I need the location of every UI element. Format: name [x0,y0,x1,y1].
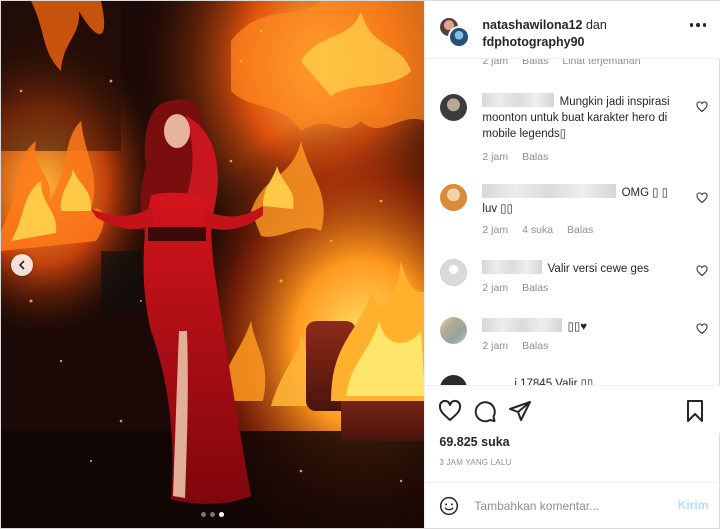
comment-icon[interactable] [473,399,497,423]
chevron-left-icon [19,260,25,270]
avatar[interactable] [440,94,468,121]
photo-scene [1,1,425,528]
avatar[interactable] [440,317,468,344]
comment-text: Mungkin jadi inspirasi moonton untuk bua… [482,93,692,142]
redacted-username [482,93,555,107]
post-photo[interactable] [1,1,425,528]
avatar [448,26,471,48]
paper-plane-icon[interactable] [508,399,532,423]
carousel-indicator [201,512,224,517]
comment-time: 2 jam [482,151,509,163]
comment-item: Mungkin jadi inspirasi moonton untuk bua… [425,93,720,165]
redacted-username [482,184,617,198]
post-comment-button[interactable]: Kirim [678,498,709,512]
reply-button[interactable]: Balas [522,282,548,294]
username-link[interactable]: fdphotography90 [482,35,584,49]
heart-icon[interactable] [696,265,708,277]
heart-icon[interactable] [696,192,708,204]
carousel-prev-button[interactable] [11,254,33,276]
likes-count[interactable]: 69.825 suka [439,435,509,449]
comment-time: 2 jam [482,224,509,236]
carousel-dot [210,512,215,517]
reply-button[interactable]: Balas [522,151,548,163]
avatar[interactable] [440,375,468,385]
comment-text: Valir versi cewe ges [482,260,692,277]
redacted-username [482,318,563,332]
comment-text: ▯▯♥ [482,318,692,335]
comment-time: 2 jam [482,59,509,67]
heart-icon[interactable] [696,323,708,335]
comment-item: Valir versi cewe ges 2 jam Balas [425,259,720,299]
see-translation-link[interactable]: Lihat terjemahan [562,59,640,67]
comment-item: OMG ▯ ▯ luv ▯▯ 2 jam 4 suka Balas [425,184,720,240]
bookmark-icon[interactable] [683,399,707,423]
carousel-dot [201,512,206,517]
comment-time: 2 jam [482,282,509,294]
connector-text: dan [585,18,607,32]
like-count[interactable]: 4 suka [522,224,553,236]
comment-time: 2 jam [482,340,509,352]
post-dialog: natashawilona12 dan fdphotography90 2 ja… [0,0,720,529]
carousel-dot-active [219,512,224,517]
reply-button[interactable]: Balas [567,224,593,236]
smiley-icon[interactable] [439,496,459,516]
post-actions-bar [425,385,720,433]
more-options-button[interactable] [689,23,707,27]
reply-button[interactable]: Balas [522,59,548,67]
username-link[interactable]: natashawilona12 [482,18,582,32]
redacted-username [482,260,543,274]
post-header: natashawilona12 dan fdphotography90 [425,1,720,59]
comment-text: OMG ▯ ▯ luv ▯▯ [482,184,692,217]
avatar[interactable] [440,259,468,286]
collab-usernames: natashawilona12 dan fdphotography90 [482,17,606,51]
comment-item: ... .. ...i 17845 Valir ▯▯ [425,375,720,385]
heart-icon[interactable] [696,101,708,113]
comment-list[interactable]: 2 jam Balas Lihat terjemahan Mungkin jad… [425,59,720,385]
avatar[interactable] [440,184,468,211]
comment-text: ... .. ...i 17845 Valir ▯▯ [482,378,594,385]
reply-button[interactable]: Balas [522,340,548,352]
post-sidebar: natashawilona12 dan fdphotography90 2 ja… [424,1,720,528]
more-horizontal-icon [689,23,707,27]
comment-item: 2 jam Balas Lihat terjemahan [425,59,720,71]
comment-input[interactable] [474,497,665,515]
add-comment-form: Kirim [425,482,720,528]
heart-icon[interactable] [438,399,462,423]
comment-item: ▯▯♥ 2 jam Balas [425,317,720,357]
post-timestamp: 3 JAM YANG LALU [439,458,512,467]
collab-avatars[interactable] [438,16,471,48]
